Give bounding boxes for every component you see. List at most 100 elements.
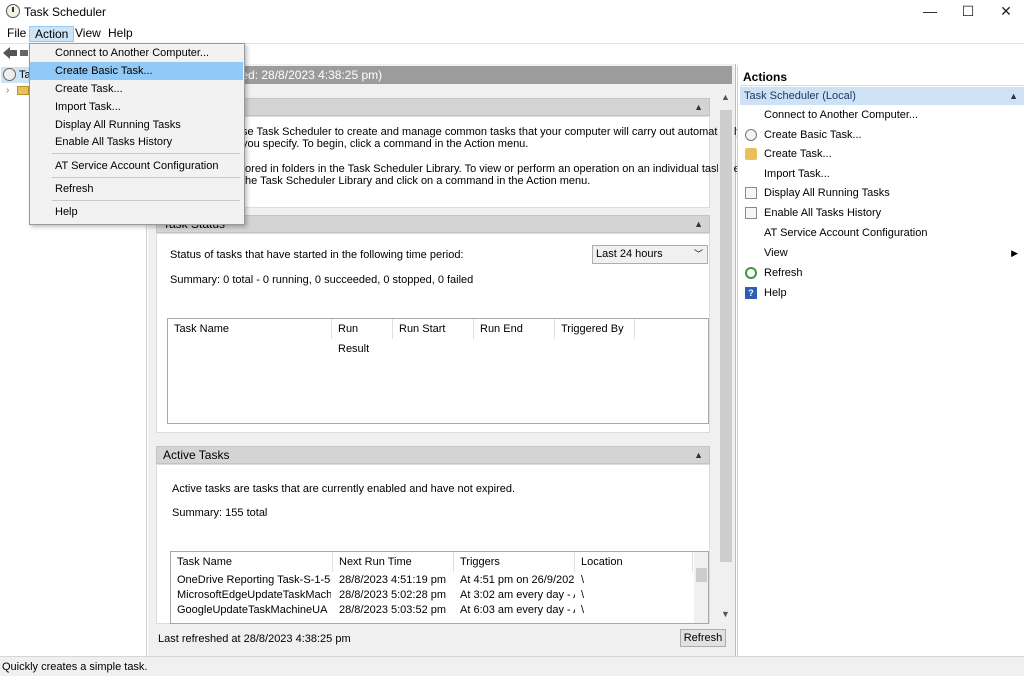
action-display-running[interactable]: Display All Running Tasks [742,184,1022,202]
actions-group-header[interactable]: Task Scheduler (Local) ▲ [740,87,1024,105]
menu-item-display-running[interactable]: Display All Running Tasks [30,116,243,134]
column-header[interactable]: Task Name [171,552,333,572]
column-header[interactable]: Task Name [168,319,332,339]
menu-item-refresh[interactable]: Refresh [30,180,243,198]
menu-view[interactable]: View [70,26,106,42]
table-scrollbar[interactable] [694,552,708,623]
table-cell[interactable]: \ [581,604,601,616]
action-label: Connect to Another Computer... [764,109,919,121]
collapse-icon[interactable]: ▲ [1009,87,1018,105]
menu-item-connect[interactable]: Connect to Another Computer... [30,44,243,62]
menu-help[interactable]: Help [103,26,138,42]
action-create-basic-task[interactable]: Create Basic Task... [742,126,1022,144]
active-tasks-table[interactable]: Task Name Next Run Time Triggers Locatio… [170,551,709,624]
action-label: View [764,247,788,259]
chevron-right-icon: ▶ [1011,248,1018,258]
actions-group-label: Task Scheduler (Local) [744,90,856,102]
folder-icon[interactable] [17,86,29,95]
center-scrollbar-thumb[interactable] [720,110,732,562]
menu-separator [52,153,240,154]
period-select-value: Last 24 hours [596,248,663,260]
action-connect[interactable]: Connect to Another Computer... [742,106,1022,124]
action-at-service[interactable]: AT Service Account Configuration [742,224,1022,242]
action-refresh[interactable]: Refresh [742,264,1022,282]
collapse-icon[interactable]: ▲ [694,216,703,232]
active-tasks-summary: Summary: 155 total [172,507,268,519]
window-title: Task Scheduler [24,5,107,19]
help-icon: ? [745,287,757,299]
table-cell[interactable]: At 3:02 am every day - A... [460,589,575,601]
table-scrollbar-thumb[interactable] [696,568,707,582]
action-create-task[interactable]: Create Task... [742,145,1022,163]
minimize-button[interactable]: — [912,0,948,24]
table-cell[interactable]: \ [581,574,601,586]
menu-item-enable-history[interactable]: Enable All Tasks History [30,133,243,151]
action-import-task[interactable]: Import Task... [742,165,1022,183]
menu-separator [52,177,240,178]
action-label: Create Basic Task... [764,129,862,141]
menu-item-at-service[interactable]: AT Service Account Configuration [30,157,243,175]
menu-item-help[interactable]: Help [30,203,243,221]
active-tasks-description: Active tasks are tasks that are currentl… [172,483,516,495]
task-status-summary: Summary: 0 total - 0 running, 0 succeede… [170,274,474,286]
column-header[interactable]: Run Start [393,319,474,339]
table-cell[interactable]: 28/8/2023 5:02:28 pm [339,589,454,601]
table-cell[interactable]: GoogleUpdateTaskMachineUA [177,604,331,616]
action-view[interactable]: View ▶ [742,244,1022,262]
action-label: Import Task... [764,168,830,180]
forward-arrow-icon[interactable] [20,50,28,56]
action-label: Display All Running Tasks [764,187,890,199]
column-header[interactable]: Triggered By [555,319,635,339]
refresh-icon [745,267,757,279]
collapse-icon[interactable]: ▲ [694,447,703,463]
menu-item-create-task[interactable]: Create Task... [30,80,243,98]
scroll-down-icon[interactable]: ▼ [721,609,730,619]
menu-action[interactable]: Action [29,26,75,42]
table-cell[interactable]: 28/8/2023 5:03:52 pm [339,604,454,616]
period-select[interactable]: Last 24 hours ﹀ [592,245,708,264]
clock-icon [3,68,16,81]
menu-file[interactable]: File [2,26,31,42]
refresh-button[interactable]: Refresh [680,629,726,647]
column-header[interactable]: Next Run Time [333,552,454,572]
collapse-icon[interactable]: ▲ [694,99,703,115]
scroll-up-icon[interactable]: ▲ [721,92,730,102]
table-cell[interactable]: OneDrive Reporting Task-S-1-5-21... [177,574,331,586]
list-icon [745,187,757,199]
period-label: Status of tasks that have started in the… [170,249,464,261]
chevron-right-icon[interactable]: › [6,85,9,96]
action-label: Refresh [764,267,803,279]
menu-item-create-basic-task[interactable]: Create Basic Task... [30,62,243,80]
action-label: Enable All Tasks History [764,207,882,219]
table-cell[interactable]: MicrosoftEdgeUpdateTaskMachine... [177,589,331,601]
table-cell[interactable]: At 6:03 am every day - A... [460,604,575,616]
history-icon [745,207,757,219]
back-arrow-icon[interactable] [2,46,18,60]
menu-item-import-task[interactable]: Import Task... [30,98,243,116]
actions-title: Actions [740,68,1024,86]
active-tasks-title: Active Tasks [163,448,230,462]
close-button[interactable]: ✕ [988,0,1024,24]
action-label: AT Service Account Configuration [764,227,928,239]
status-bar: Quickly creates a simple task. [0,656,1024,676]
action-label: Help [764,287,787,299]
clock-icon [6,4,20,18]
active-tasks-section-header[interactable]: Active Tasks ▲ [156,446,710,464]
column-header[interactable]: Run Result [332,319,393,355]
task-icon [745,148,757,160]
column-header[interactable]: Triggers [454,552,575,572]
title-bar [0,0,1024,24]
task-status-table[interactable]: Task Name Run Result Run Start Run End T… [167,318,709,424]
menu-bar [0,24,1024,44]
action-enable-history[interactable]: Enable All Tasks History [742,204,1022,222]
overview-line-4: the Task Scheduler Library and click on … [242,175,591,187]
table-cell[interactable]: 28/8/2023 4:51:19 pm [339,574,454,586]
action-label: Create Task... [764,148,832,160]
column-header[interactable]: Run End [474,319,555,339]
table-cell[interactable]: \ [581,589,601,601]
action-help[interactable]: ? Help [742,284,1022,302]
table-cell[interactable]: At 4:51 pm on 26/9/2022... [460,574,575,586]
maximize-button[interactable]: ☐ [950,0,986,24]
overview-line-2: you specify. To begin, click a command i… [242,138,529,150]
column-header[interactable]: Location [575,552,693,572]
